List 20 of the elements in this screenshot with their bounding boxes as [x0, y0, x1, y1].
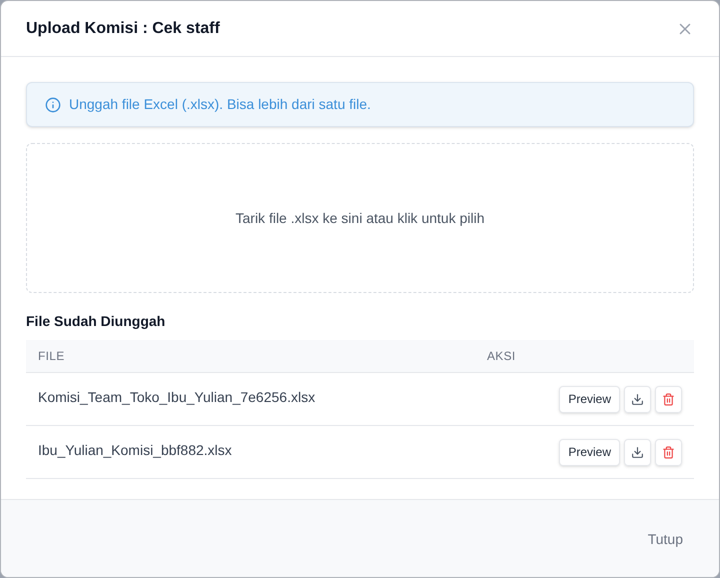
preview-button[interactable]: Preview	[559, 386, 620, 412]
close-text-button[interactable]: Tutup	[636, 521, 695, 558]
download-button[interactable]	[624, 386, 651, 412]
download-icon	[631, 392, 644, 406]
trash-icon	[662, 392, 675, 406]
dialog-title: Upload Komisi : Cek staff	[26, 18, 220, 38]
column-header: FILE	[38, 348, 66, 365]
download-icon	[631, 446, 644, 458]
info-icon	[45, 96, 61, 112]
preview-button[interactable]: Preview	[559, 438, 620, 466]
trash-icon	[662, 446, 675, 458]
section-heading: File Sudah Diunggah	[26, 312, 166, 331]
column-header: AKSI	[487, 348, 517, 365]
delete-button[interactable]	[655, 386, 682, 412]
file-name: Komisi_Team_Toko_Ibu_Yulian_7e6256.xlsx	[38, 388, 316, 407]
file-name: Ibu_Yulian_Komisi_bbf882.xlsx	[38, 441, 232, 460]
alert-text: Unggah file Excel (.xlsx). Bisa lebih dari satu file.	[69, 95, 371, 114]
download-button[interactable]	[624, 438, 651, 466]
delete-button[interactable]	[655, 438, 682, 466]
dropzone[interactable]: Tarik file .xlsx ke sini atau klik untuk pilih	[26, 143, 694, 293]
